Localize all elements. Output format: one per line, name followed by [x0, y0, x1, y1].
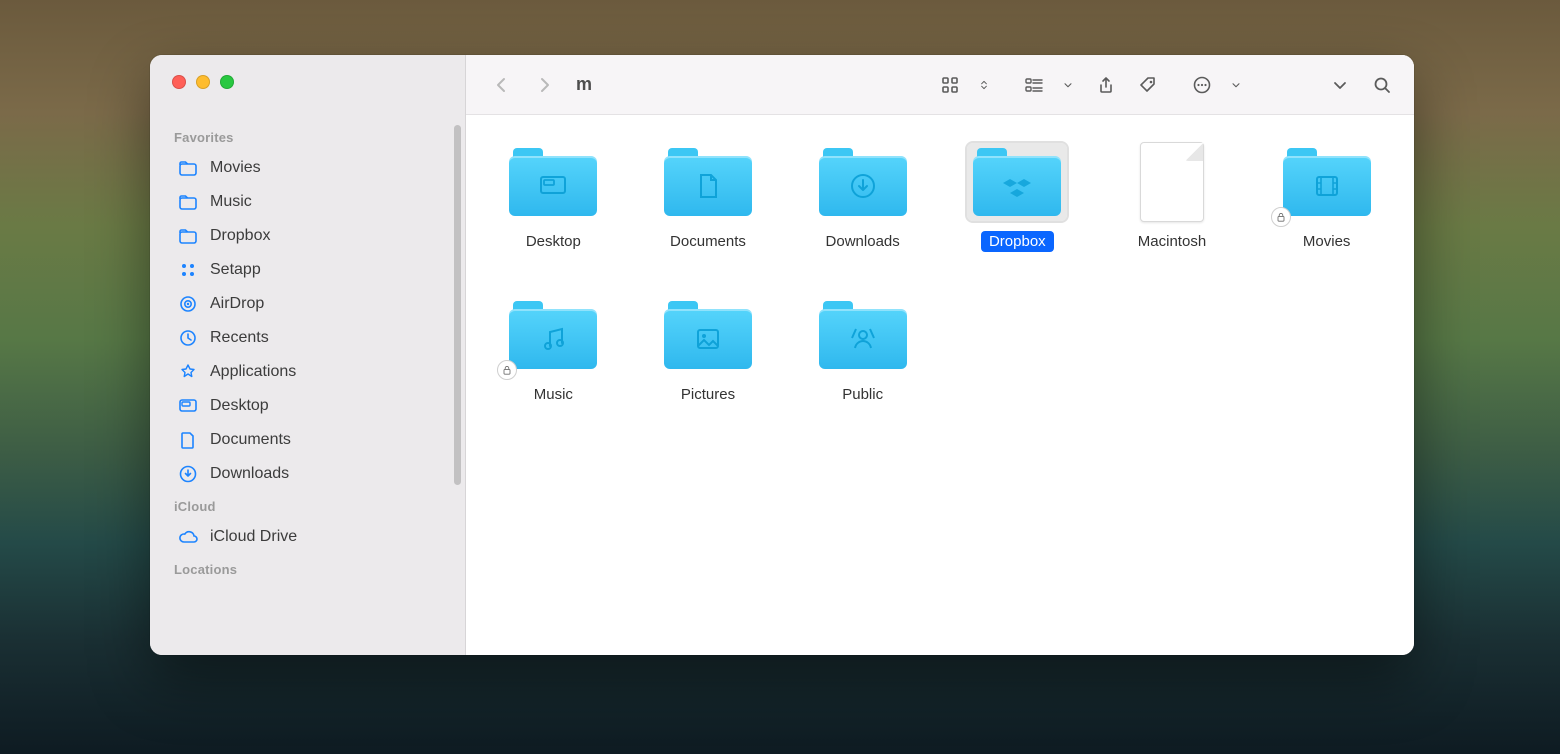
zoom-window-button[interactable]: [220, 75, 234, 89]
file-item-downloads[interactable]: Downloads: [795, 143, 930, 252]
sidebar-item-setapp[interactable]: Setapp: [170, 253, 453, 287]
sidebar-item-label: Music: [210, 193, 252, 211]
sidebar-item-applications[interactable]: Applications: [170, 355, 453, 389]
file-icon: [1122, 143, 1222, 221]
sidebar-list: Favorites Movies Music Dropbox Setapp AirDrop…: [150, 115, 465, 595]
view-switcher[interactable]: [932, 69, 998, 101]
chevron-down-icon: [1222, 73, 1250, 97]
sidebar-item-downloads[interactable]: Downloads: [170, 457, 453, 491]
sidebar-scrollbar[interactable]: [454, 125, 461, 485]
file-item-label: Macintosh: [1130, 231, 1214, 252]
sidebar-item-icloud-drive[interactable]: iCloud Drive: [170, 520, 453, 554]
group-icon: [1016, 69, 1052, 101]
folder-icon: [178, 192, 198, 212]
minimize-window-button[interactable]: [196, 75, 210, 89]
window-title: m: [568, 74, 600, 95]
back-button[interactable]: [484, 69, 520, 101]
tags-button[interactable]: [1130, 69, 1166, 101]
more-icon: [1184, 69, 1220, 101]
sidebar-item-recents[interactable]: Recents: [170, 321, 453, 355]
updown-icon: [970, 73, 998, 97]
file-item-label: Downloads: [818, 231, 908, 252]
document-icon: [178, 430, 198, 450]
airdrop-icon: [178, 294, 198, 314]
file-item-label: Pictures: [673, 384, 743, 405]
share-button[interactable]: [1088, 69, 1124, 101]
sidebar-item-label: Documents: [210, 431, 291, 449]
grid-view-icon: [932, 69, 968, 101]
file-item-documents[interactable]: Documents: [641, 143, 776, 252]
app-icon: [178, 362, 198, 382]
file-item-label: Public: [834, 384, 891, 405]
sidebar-item-music[interactable]: Music: [170, 185, 453, 219]
toolbar: m: [466, 55, 1414, 115]
window-controls: [150, 55, 465, 115]
folder-icon: [658, 296, 758, 374]
sidebar-section-title: Favorites: [170, 122, 453, 151]
sidebar-item-label: Movies: [210, 159, 261, 177]
clock-icon: [178, 328, 198, 348]
sidebar-section-title: iCloud: [170, 491, 453, 520]
file-item-label: Documents: [662, 231, 754, 252]
sidebar-item-label: Recents: [210, 329, 269, 347]
main-pane: m Desktop Documents Downloads Dropbox Macint…: [466, 55, 1414, 655]
sidebar-item-documents[interactable]: Documents: [170, 423, 453, 457]
folder-icon: [178, 226, 198, 246]
chevron-down-icon: [1054, 73, 1082, 97]
sidebar-item-label: Desktop: [210, 397, 269, 415]
file-item-label: Dropbox: [981, 231, 1054, 252]
folder-icon: [503, 296, 603, 374]
file-item-label: Music: [526, 384, 581, 405]
desktop-icon: [178, 396, 198, 416]
folder-icon: [967, 143, 1067, 221]
sidebar: Favorites Movies Music Dropbox Setapp AirDrop…: [150, 55, 466, 655]
folder-icon: [503, 143, 603, 221]
sidebar-item-label: Dropbox: [210, 227, 270, 245]
sidebar-item-desktop[interactable]: Desktop: [170, 389, 453, 423]
download-icon: [178, 464, 198, 484]
file-item-label: Movies: [1295, 231, 1359, 252]
lock-badge-icon: [497, 360, 517, 380]
folder-icon: [178, 158, 198, 178]
group-button[interactable]: [1016, 69, 1082, 101]
setapp-icon: [178, 260, 198, 280]
file-item-label: Desktop: [518, 231, 589, 252]
folder-icon: [813, 143, 913, 221]
file-item-public[interactable]: Public: [795, 296, 930, 405]
file-item-desktop[interactable]: Desktop: [486, 143, 621, 252]
folder-icon: [658, 143, 758, 221]
sidebar-item-dropbox[interactable]: Dropbox: [170, 219, 453, 253]
file-item-macintosh[interactable]: Macintosh: [1105, 143, 1240, 252]
file-item-music[interactable]: Music: [486, 296, 621, 405]
file-item-movies[interactable]: Movies: [1259, 143, 1394, 252]
lock-badge-icon: [1271, 207, 1291, 227]
cloud-icon: [178, 527, 198, 547]
file-item-pictures[interactable]: Pictures: [641, 296, 776, 405]
icon-grid: Desktop Documents Downloads Dropbox Macintos…: [466, 115, 1414, 433]
sidebar-item-label: Setapp: [210, 261, 261, 279]
sidebar-item-label: iCloud Drive: [210, 528, 297, 546]
sidebar-section-title: Locations: [170, 554, 453, 583]
finder-window: Favorites Movies Music Dropbox Setapp AirDrop…: [150, 55, 1414, 655]
sidebar-item-label: Applications: [210, 363, 296, 381]
sidebar-item-movies[interactable]: Movies: [170, 151, 453, 185]
sidebar-item-airdrop[interactable]: AirDrop: [170, 287, 453, 321]
expand-button[interactable]: [1322, 69, 1358, 101]
sidebar-item-label: Downloads: [210, 465, 289, 483]
more-button[interactable]: [1184, 69, 1250, 101]
folder-icon: [1277, 143, 1377, 221]
forward-button[interactable]: [526, 69, 562, 101]
search-button[interactable]: [1364, 69, 1400, 101]
file-item-dropbox[interactable]: Dropbox: [950, 143, 1085, 252]
close-window-button[interactable]: [172, 75, 186, 89]
sidebar-item-label: AirDrop: [210, 295, 264, 313]
folder-icon: [813, 296, 913, 374]
